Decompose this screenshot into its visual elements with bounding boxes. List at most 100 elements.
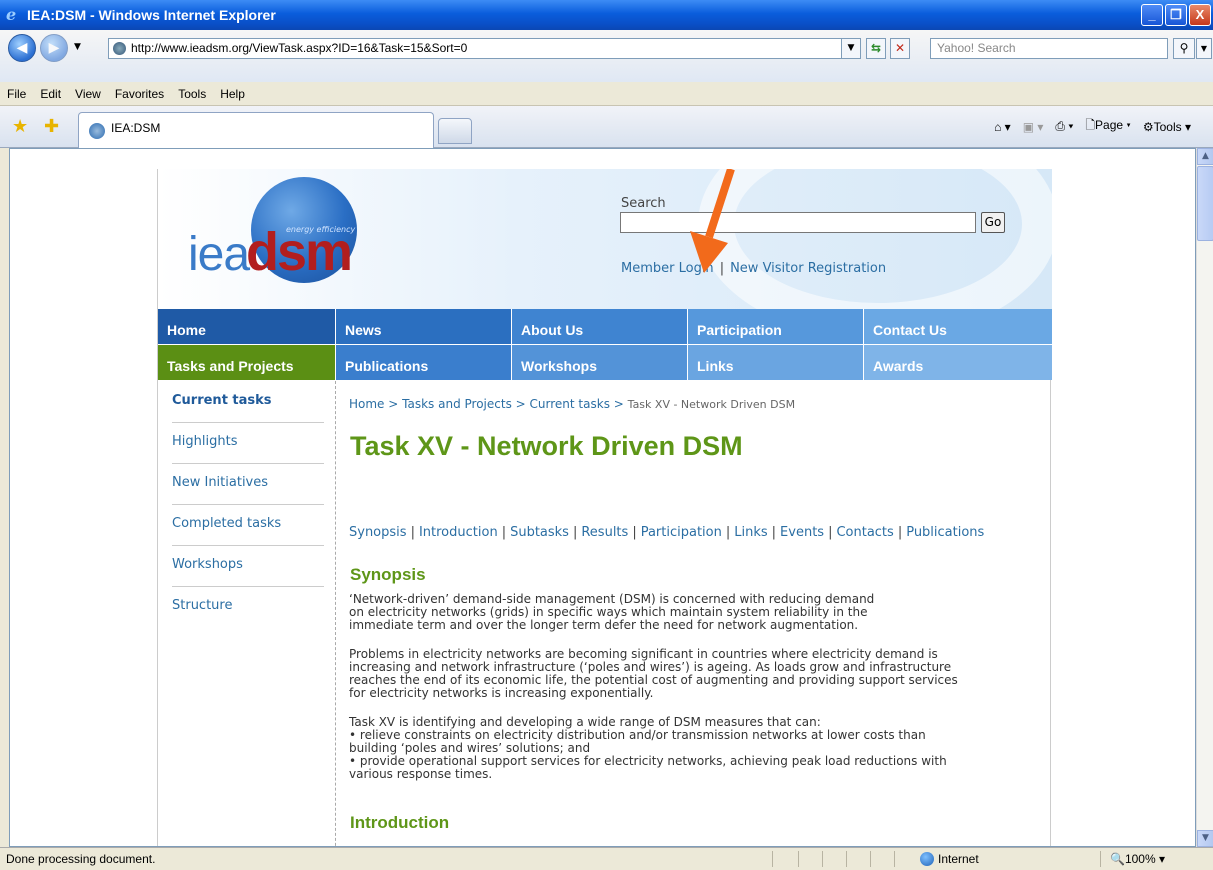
favorites-star-icon[interactable]: ★ [12,116,28,137]
sidebar-item-workshops[interactable]: Workshops [172,557,324,587]
menu-edit[interactable]: Edit [33,87,68,101]
address-bar-area: ◀ ▶ ▼ http://www.ieadsm.org/ViewTask.asp… [0,30,1213,88]
vertical-scrollbar[interactable]: ▲ ▼ [1196,148,1213,847]
menu-help[interactable]: Help [213,87,252,101]
nav-about-us[interactable]: About Us [512,309,688,344]
nav-participation[interactable]: Participation [688,309,864,344]
url-field[interactable]: http://www.ieadsm.org/ViewTask.aspx?ID=1… [108,38,860,59]
logo-iea-text[interactable]: iea [188,227,250,282]
scroll-up-button[interactable]: ▲ [1197,148,1213,165]
back-button[interactable]: ◀ [8,34,36,62]
refresh-button[interactable]: ⇆ [866,38,886,59]
nav-home[interactable]: Home [158,309,336,344]
menu-favorites[interactable]: Favorites [108,87,171,101]
forward-button[interactable]: ▶ [40,34,68,62]
security-zone[interactable]: Internet [920,848,979,870]
page-menu-button[interactable]: 🗋Page ▾ [1085,116,1130,137]
section-links: Synopsis | Introduction | Subtasks | Results | P… [349,525,985,540]
nav-links[interactable]: Links [688,345,864,380]
breadcrumb-current: Task XV - Network Driven DSM [627,398,796,411]
breadcrumb-current-tasks[interactable]: Current tasks [530,397,610,411]
menu-bar: File Edit View Favorites Tools Help [0,82,1213,106]
window-title: IEA:DSM - Windows Internet Explorer [27,7,276,23]
menu-file[interactable]: File [0,87,33,101]
search-field[interactable]: Yahoo! Search [930,38,1168,59]
section-link-subtasks[interactable]: Subtasks [510,525,569,540]
synopsis-paragraph-1: ‘Network-driven’ demand-side management … [349,593,1039,632]
nav-publications[interactable]: Publications [336,345,512,380]
new-visitor-registration-link[interactable]: New Visitor Registration [730,261,886,276]
tools-menu-button[interactable]: ⚙Tools ▾ [1143,120,1191,134]
site-search-go-button[interactable]: Go [981,212,1005,233]
sidebar-item-structure[interactable]: Structure [172,598,324,628]
menu-view[interactable]: View [68,87,108,101]
sidebar-item-new-initiatives[interactable]: New Initiatives [172,475,324,505]
search-go-button[interactable]: ⚲ [1173,38,1195,59]
tab-bar: ★ ✚ IEA:DSM ⌂ ▾ ▣ ▾ ⎙ ▾ 🗋Page ▾ ⚙Tools ▾ [0,106,1213,148]
text-line: for electricity networks is increasing e… [349,686,654,700]
section-link-synopsis[interactable]: Synopsis [349,525,407,540]
feeds-icon[interactable]: ▣ ▾ [1023,120,1044,134]
tools-menu-label: Tools [1153,119,1182,134]
section-link-participation[interactable]: Participation [641,525,722,540]
scroll-thumb[interactable] [1197,166,1213,241]
nav-tasks-and-projects[interactable]: Tasks and Projects [158,345,336,380]
nav-workshops[interactable]: Workshops [512,345,688,380]
zoom-value: 100% [1124,852,1156,866]
section-link-contacts[interactable]: Contacts [836,525,893,540]
stop-button[interactable]: ✕ [890,38,910,59]
section-link-results[interactable]: Results [581,525,628,540]
introduction-heading: Introduction [350,813,450,832]
internet-globe-icon [920,852,934,866]
ie-logo-icon: e [6,5,17,24]
zoom-level[interactable]: 🔍100% ▾ [1110,848,1165,870]
url-dropdown-button[interactable]: ▼ [841,38,861,59]
minimize-button[interactable]: _ [1141,4,1163,26]
maximize-button[interactable]: ❐ [1165,4,1187,26]
breadcrumb-sep: > [515,397,526,411]
header-swirl-decoration [698,169,1052,309]
nav-news[interactable]: News [336,309,512,344]
breadcrumb-tasks-and-projects[interactable]: Tasks and Projects [402,397,512,411]
tab-label: IEA:DSM [111,121,161,135]
account-links: Member Login | New Visitor Registration [621,261,886,276]
sidebar-item-current-tasks[interactable]: Current tasks [172,393,324,423]
section-link-events[interactable]: Events [780,525,824,540]
site-search-input[interactable] [620,212,976,233]
home-icon[interactable]: ⌂ ▾ [994,120,1011,134]
logo-tagline: energy efficiency [286,225,356,234]
zone-label: Internet [938,852,979,866]
main-navigation: Home News About Us Participation Contact… [158,309,1052,380]
search-placeholder: Yahoo! Search [937,41,1016,55]
sidebar-item-completed-tasks[interactable]: Completed tasks [172,516,324,546]
print-icon[interactable]: ⎙ ▾ [1055,119,1073,134]
history-dropdown-icon[interactable]: ▼ [74,42,81,52]
nav-row-2: Tasks and Projects Publications Workshop… [158,344,1052,380]
sidebar-item-highlights[interactable]: Highlights [172,434,324,464]
nav-awards[interactable]: Awards [864,345,1052,380]
nav-contact-us[interactable]: Contact Us [864,309,1052,344]
breadcrumb-home[interactable]: Home [349,397,384,411]
scroll-down-button[interactable]: ▼ [1197,830,1213,847]
new-tab-button[interactable] [438,118,472,144]
window-controls: _ ❐ X [1141,4,1211,26]
url-text: http://www.ieadsm.org/ViewTask.aspx?ID=1… [131,41,468,55]
browser-viewport: iea dsm energy efficiency Search Go Memb… [9,148,1196,847]
synopsis-heading: Synopsis [350,565,426,584]
tab-favicon-icon [89,123,105,139]
section-link-publications[interactable]: Publications [906,525,984,540]
close-button[interactable]: X [1189,4,1211,26]
page-title: Task XV - Network Driven DSM [350,431,743,461]
breadcrumb-sep: > [613,397,624,411]
section-link-introduction[interactable]: Introduction [419,525,498,540]
command-bar: ⌂ ▾ ▣ ▾ ⎙ ▾ 🗋Page ▾ ⚙Tools ▾ [994,116,1191,137]
menu-tools[interactable]: Tools [171,87,213,101]
status-bar: Done processing document. Internet 🔍100%… [0,847,1213,870]
orange-arrow-annotation [690,169,735,273]
add-favorite-icon[interactable]: ✚ [44,116,59,137]
section-link-links[interactable]: Links [734,525,767,540]
search-options-button[interactable]: ▼ [1196,38,1212,59]
synopsis-paragraph-2: Problems in electricity networks are bec… [349,648,1039,700]
status-text: Done processing document. [6,852,156,866]
tab-iea-dsm[interactable]: IEA:DSM [78,112,434,148]
